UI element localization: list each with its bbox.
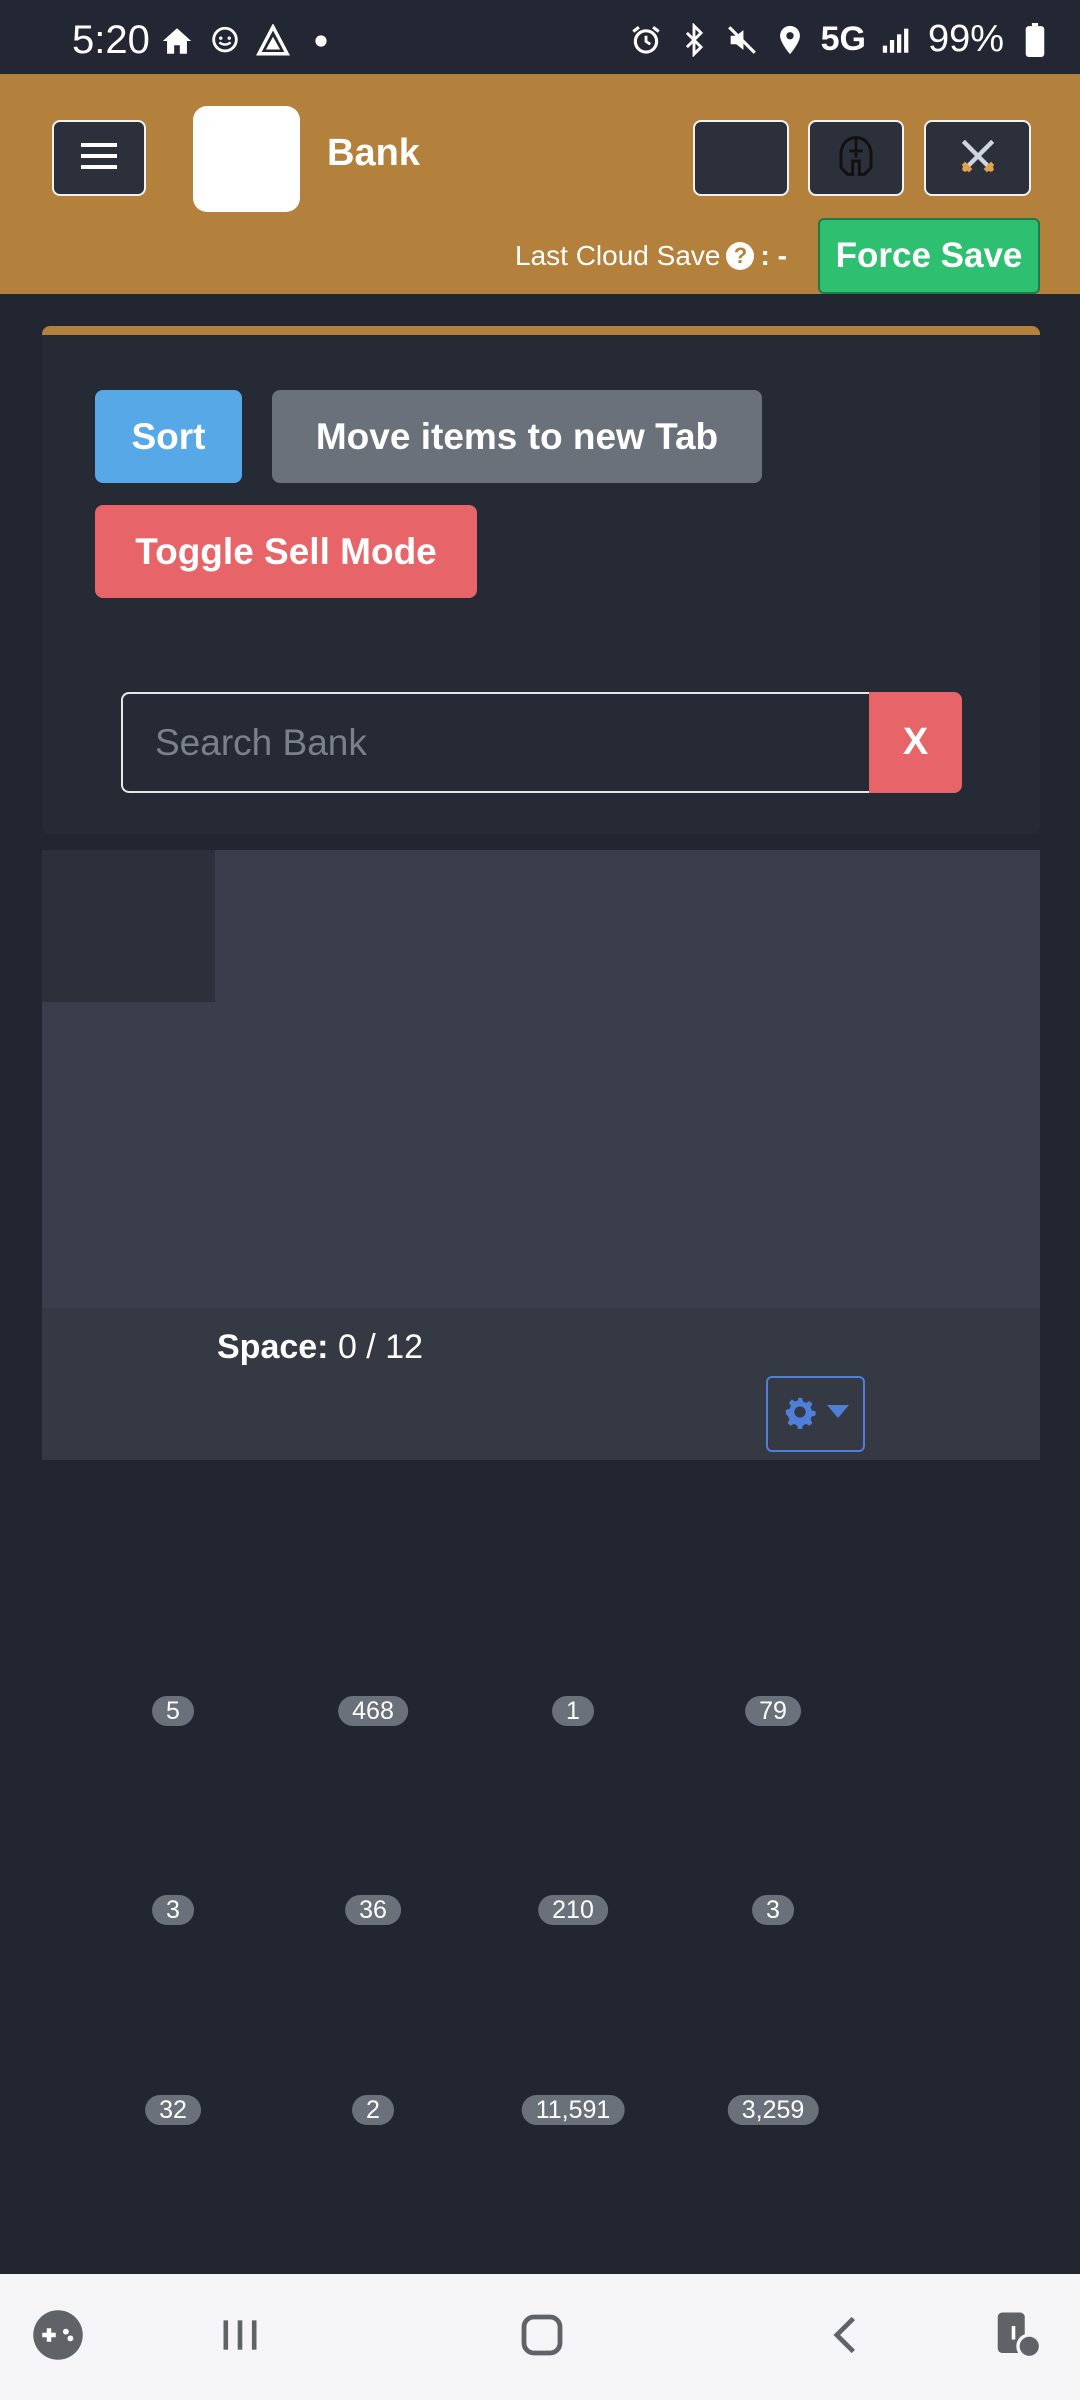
item-quantity[interactable]: 1 [552, 1696, 594, 1726]
blank-button[interactable] [693, 120, 789, 196]
helmet-button[interactable] [808, 120, 904, 196]
last-cloud-save: Last Cloud Save ? : - [515, 240, 787, 272]
app-logo [193, 106, 300, 212]
triangle-app-icon [256, 24, 290, 58]
sort-button[interactable]: Sort [95, 390, 242, 483]
tab-footer [42, 1308, 1040, 1460]
item-quantity[interactable]: 210 [538, 1895, 608, 1925]
touch-lock-icon [991, 2308, 1045, 2367]
tab-settings-dropdown[interactable] [766, 1376, 865, 1452]
clear-search-button[interactable]: X [869, 692, 962, 793]
bluetooth-icon [677, 22, 711, 57]
crossed-swords-icon [956, 134, 1000, 183]
app-header: Bank Last Cloud Save ? : - Force Save [0, 74, 1080, 294]
item-quantity[interactable]: 36 [345, 1895, 401, 1925]
space-indicator: Space: 0 / 12 [217, 1328, 423, 1367]
gamepad-icon [31, 2308, 85, 2367]
recent-apps-icon [218, 2313, 262, 2362]
search-input[interactable] [121, 692, 869, 793]
network-label: 5G [820, 20, 866, 58]
back-button[interactable] [816, 2307, 876, 2367]
bank-tabs: Space: 0 / 12 [42, 850, 1040, 1460]
tab-main[interactable] [42, 850, 215, 1002]
bank-controls-card: Sort Move items to new Tab Toggle Sell M… [42, 326, 1040, 834]
move-items-button[interactable]: Move items to new Tab [272, 390, 762, 483]
waze-icon [208, 24, 242, 58]
battery-icon [1018, 22, 1052, 57]
bank-items-grid: 5 468 1 79 3 36 210 3 32 2 11,591 3,259 [42, 1460, 1040, 2274]
mute-icon [725, 23, 759, 57]
recent-apps-button[interactable] [210, 2307, 270, 2367]
battery-label: 99% [927, 18, 1004, 60]
last-save-value: : - [760, 240, 787, 271]
item-quantity[interactable]: 5 [152, 1696, 194, 1726]
home-button[interactable] [512, 2307, 572, 2367]
space-label: Space: [217, 1328, 329, 1366]
gear-icon [783, 1395, 817, 1434]
status-time: 5:20 [72, 18, 150, 62]
status-bar: 5:20 5G 99% [0, 0, 1080, 74]
space-value: 0 / 12 [337, 1328, 424, 1366]
hamburger-icon [81, 141, 117, 176]
helmet-icon [836, 134, 876, 183]
item-quantity[interactable]: 3 [752, 1895, 794, 1925]
accessibility-button[interactable] [988, 2307, 1048, 2367]
home-icon [160, 24, 194, 58]
location-icon [773, 23, 807, 57]
page-title: Bank [327, 132, 420, 174]
toggle-sell-mode-button[interactable]: Toggle Sell Mode [95, 505, 477, 598]
status-left-icons [160, 24, 338, 58]
back-chevron-icon [824, 2313, 868, 2362]
chevron-down-icon [826, 1404, 849, 1424]
home-square-icon [518, 2311, 566, 2364]
item-quantity[interactable]: 3 [152, 1895, 194, 1925]
last-save-label: Last Cloud Save [515, 240, 721, 271]
item-quantity[interactable]: 468 [338, 1696, 408, 1726]
signal-icon [880, 23, 914, 57]
force-save-button[interactable]: Force Save [818, 218, 1040, 294]
dot-icon [304, 24, 338, 58]
combat-button[interactable] [924, 120, 1031, 196]
item-quantity[interactable]: 32 [145, 2095, 201, 2125]
alarm-icon [629, 23, 663, 57]
search-group: X [121, 692, 962, 793]
question-circle-icon[interactable]: ? [726, 242, 755, 270]
item-quantity[interactable]: 2 [352, 2095, 394, 2125]
game-launcher-button[interactable] [28, 2307, 88, 2367]
item-quantity[interactable]: 79 [745, 1696, 801, 1726]
menu-button[interactable] [52, 120, 146, 196]
item-quantity[interactable]: 3,259 [727, 2095, 819, 2125]
item-quantity[interactable]: 11,591 [521, 2095, 625, 2125]
system-nav-bar [0, 2274, 1080, 2400]
status-right: 5G 99% [629, 18, 1052, 61]
